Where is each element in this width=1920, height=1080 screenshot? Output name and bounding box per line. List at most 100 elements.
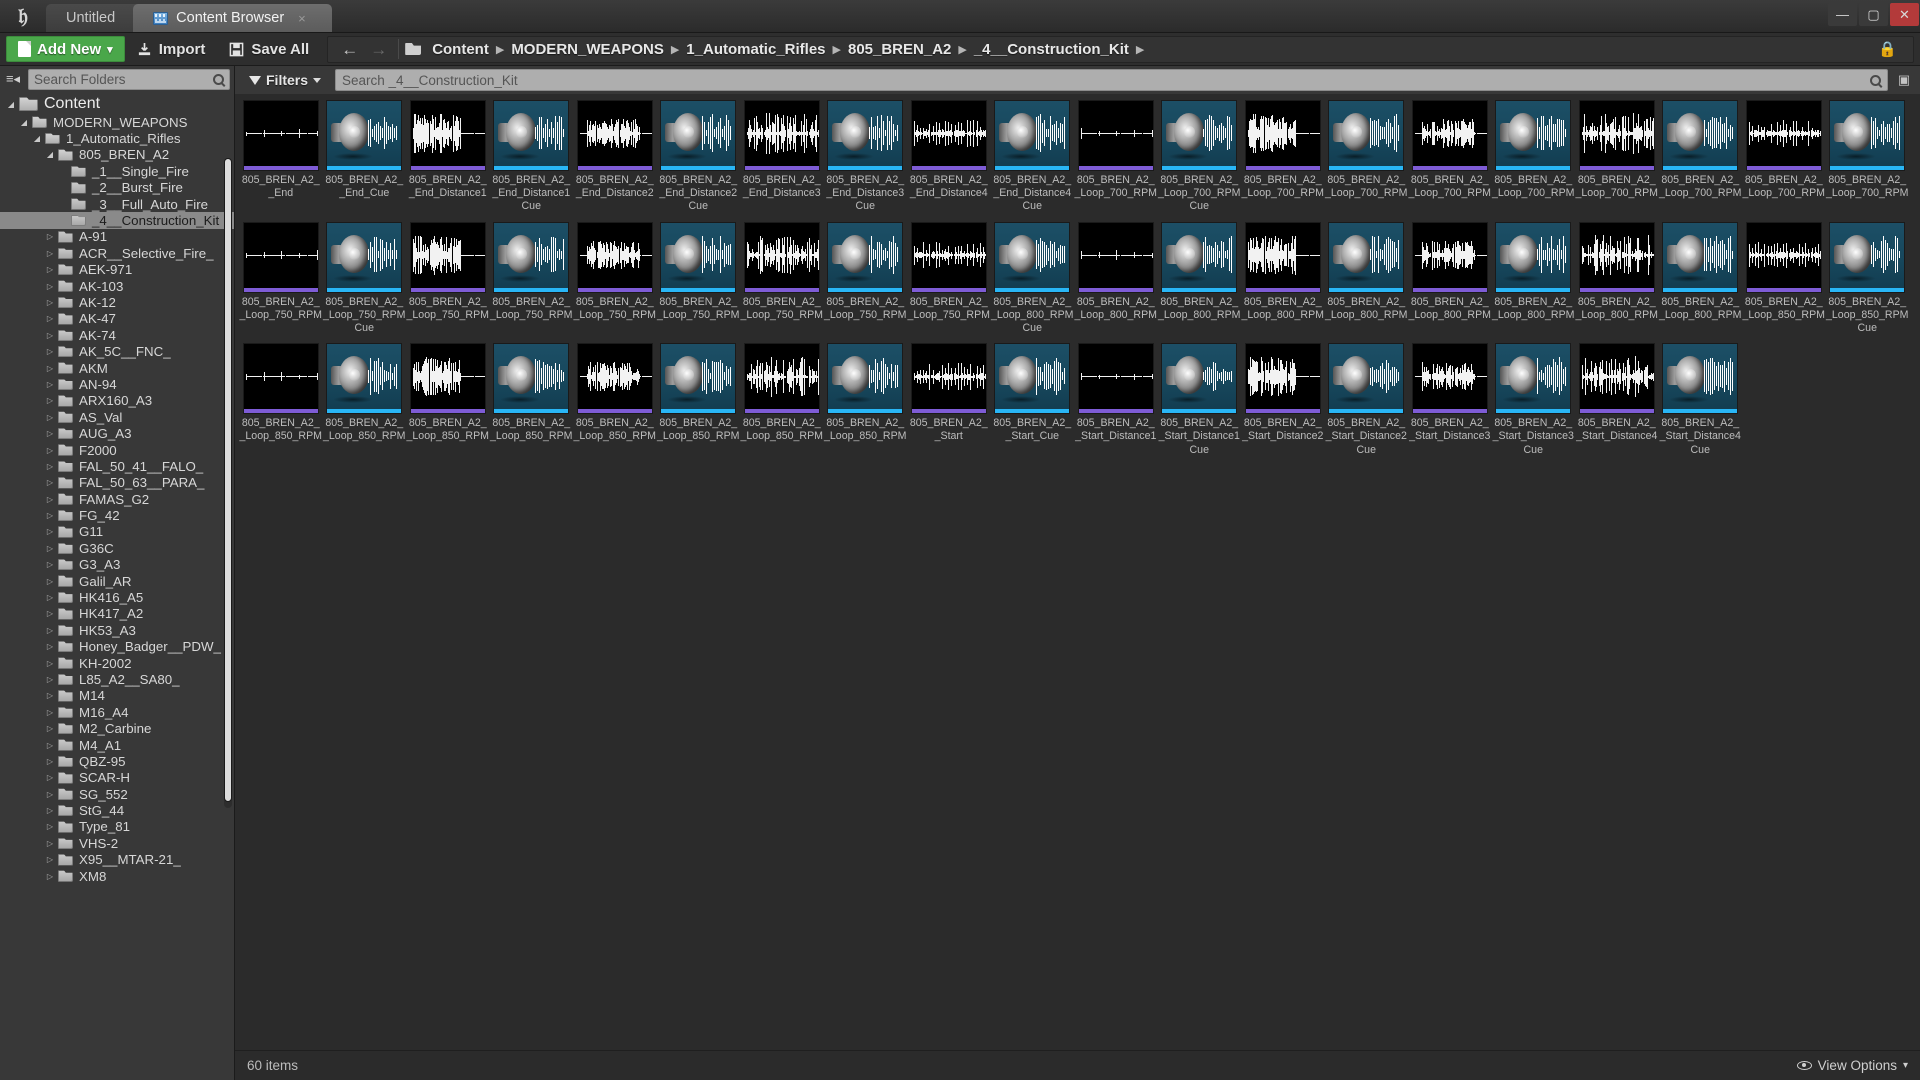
folder-tree-item[interactable]: ▷ FAL_50_41__FALO_ <box>0 458 234 474</box>
chevron-down-icon[interactable]: ◢ <box>45 150 55 159</box>
asset-item[interactable]: 805_BREN_A2__Loop_800_RPM <box>1408 221 1492 336</box>
breadcrumb-item-0[interactable]: Content <box>427 41 494 58</box>
folder-tree-item[interactable]: ▷ HK416_A5 <box>0 589 234 605</box>
sound-cue-thumbnail[interactable] <box>326 343 403 415</box>
chevron-right-icon[interactable]: ▷ <box>45 822 55 831</box>
sound-cue-thumbnail[interactable] <box>1495 100 1572 171</box>
sound-wave-thumbnail[interactable] <box>409 100 486 171</box>
folder-tree-item[interactable]: ▷ FAL_50_63__PARA_ <box>0 475 234 491</box>
asset-item[interactable]: 805_BREN_A2__Loop_700_RPM <box>1742 100 1826 214</box>
folder-tree-item[interactable]: ▷ AUG_A3 <box>0 425 234 441</box>
folder-tree-item[interactable]: _2__Burst_Fire <box>0 180 234 196</box>
chevron-right-icon[interactable]: ▷ <box>45 265 55 274</box>
sound-wave-thumbnail[interactable] <box>242 221 319 293</box>
asset-item[interactable]: 805_BREN_A2__Loop_700_RPM <box>1659 100 1743 214</box>
chevron-right-icon[interactable]: ▷ <box>45 872 55 881</box>
chevron-right-icon[interactable]: ▷ <box>45 741 55 750</box>
breadcrumb-item-4[interactable]: _4__Construction_Kit <box>969 41 1134 58</box>
folder-tree-item[interactable]: ▷ AK_5C__FNC_ <box>0 343 234 359</box>
chevron-right-icon[interactable]: ▷ <box>45 429 55 438</box>
chevron-right-icon[interactable]: ▷ <box>45 855 55 864</box>
asset-item[interactable]: 805_BREN_A2__Loop_700_RPM <box>1492 100 1576 214</box>
asset-item[interactable]: 805_BREN_A2__End_Distance1 Cue <box>490 100 574 214</box>
sound-wave-thumbnail[interactable] <box>1411 343 1488 415</box>
asset-grid[interactable]: 805_BREN_A2__End 805_BREN_A2__End_Cue 805_… <box>235 94 1920 1050</box>
folder-tree-item[interactable]: ▷ HK417_A2 <box>0 606 234 622</box>
sound-cue-thumbnail[interactable] <box>493 100 570 171</box>
sound-cue-thumbnail[interactable] <box>493 221 570 293</box>
asset-item[interactable]: 805_BREN_A2__Loop_850_RPM <box>406 343 490 457</box>
asset-item[interactable]: 805_BREN_A2__Loop_700_RPM <box>1074 100 1158 214</box>
sound-cue-thumbnail[interactable] <box>326 221 403 293</box>
chevron-right-icon[interactable]: ▷ <box>45 626 55 635</box>
asset-item[interactable]: 805_BREN_A2__Loop_850_RPM <box>239 343 323 457</box>
folder-tree-item[interactable]: ▷ Galil_AR <box>0 573 234 589</box>
folder-tree-item[interactable]: ◢ 805_BREN_A2 <box>0 147 234 163</box>
asset-item[interactable]: 805_BREN_A2__End <box>239 100 323 214</box>
chevron-right-icon[interactable]: ▷ <box>45 675 55 684</box>
asset-item[interactable]: 805_BREN_A2__End_Distance2 <box>573 100 657 214</box>
folder-tree-item[interactable]: ▷ Honey_Badger__PDW_ <box>0 639 234 655</box>
folder-tree-item[interactable]: ▷ StG_44 <box>0 802 234 818</box>
folder-tree-item[interactable]: ▷ AK-12 <box>0 294 234 310</box>
sound-wave-thumbnail[interactable] <box>1077 343 1154 415</box>
sound-wave-thumbnail[interactable] <box>743 221 820 293</box>
sound-wave-thumbnail[interactable] <box>1244 221 1321 293</box>
asset-item[interactable]: 805_BREN_A2__End_Cue <box>323 100 407 214</box>
sound-wave-thumbnail[interactable] <box>1244 343 1321 415</box>
asset-item[interactable]: 805_BREN_A2__Start_Distance3 <box>1408 343 1492 457</box>
sound-cue-thumbnail[interactable] <box>994 221 1071 293</box>
tab-untitled[interactable]: Untitled <box>46 4 142 32</box>
sound-wave-thumbnail[interactable] <box>910 100 987 171</box>
folder-tree-item[interactable]: ▷ X95__MTAR-21_ <box>0 852 234 868</box>
asset-item[interactable]: 805_BREN_A2__Loop_750_RPM <box>573 221 657 336</box>
chevron-right-icon[interactable]: ▷ <box>45 413 55 422</box>
asset-item[interactable]: 805_BREN_A2__Loop_800_RPM <box>1575 221 1659 336</box>
folder-tree-item[interactable]: ▷ AEK-971 <box>0 262 234 278</box>
folder-tree-item[interactable]: ▷ Type_81 <box>0 819 234 835</box>
folder-tree-item[interactable]: _3__Full_Auto_Fire <box>0 196 234 212</box>
asset-item[interactable]: 805_BREN_A2__End_Distance2 Cue <box>657 100 741 214</box>
view-options-button[interactable]: View Options ▾ <box>1796 1058 1908 1073</box>
sound-wave-thumbnail[interactable] <box>1745 221 1822 293</box>
asset-item[interactable]: 805_BREN_A2__Loop_800_RPM <box>1158 221 1242 336</box>
folder-tree-item[interactable]: ▷ XM8 <box>0 868 234 884</box>
chevron-right-icon[interactable]: ▷ <box>45 609 55 618</box>
chevron-right-icon[interactable]: ▷ <box>45 577 55 586</box>
scrollbar-thumb[interactable] <box>224 158 232 802</box>
folder-tree-item[interactable]: _4__Construction_Kit <box>0 212 234 229</box>
sound-wave-thumbnail[interactable] <box>1244 100 1321 171</box>
collapse-tree-icon[interactable]: ≡◂ <box>2 69 24 89</box>
sound-wave-thumbnail[interactable] <box>409 221 486 293</box>
asset-item[interactable]: 805_BREN_A2__Start <box>907 343 991 457</box>
folder-tree-item[interactable]: ▷ AN-94 <box>0 376 234 392</box>
chevron-right-icon[interactable]: ▷ <box>45 757 55 766</box>
sound-cue-thumbnail[interactable] <box>1829 100 1906 171</box>
sound-wave-thumbnail[interactable] <box>242 100 319 171</box>
sound-cue-thumbnail[interactable] <box>1662 100 1739 171</box>
asset-item[interactable]: 805_BREN_A2__Start_Distance4 Cue <box>1659 343 1743 457</box>
folder-tree-item[interactable]: ▷ KH-2002 <box>0 655 234 671</box>
asset-item[interactable]: 805_BREN_A2__End_Distance1 <box>406 100 490 214</box>
asset-item[interactable]: 805_BREN_A2__Loop_850_RPM <box>1742 221 1826 336</box>
asset-item[interactable]: 805_BREN_A2__Loop_800_RPM <box>1074 221 1158 336</box>
chevron-right-icon[interactable]: ▷ <box>45 527 55 536</box>
chevron-right-icon[interactable]: ▷ <box>45 298 55 307</box>
asset-item[interactable]: 805_BREN_A2__Start_Cue <box>991 343 1075 457</box>
sound-wave-thumbnail[interactable] <box>1578 221 1655 293</box>
asset-item[interactable]: 805_BREN_A2__Loop_850_RPM <box>490 343 574 457</box>
chevron-right-icon[interactable]: ▷ <box>45 396 55 405</box>
chevron-right-icon[interactable]: ▷ <box>45 462 55 471</box>
sound-wave-thumbnail[interactable] <box>576 343 653 415</box>
minimize-button[interactable]: — <box>1828 3 1857 26</box>
folder-tree-item[interactable]: ▷ G3_A3 <box>0 557 234 573</box>
asset-item[interactable]: 805_BREN_A2__Loop_750_RPM <box>406 221 490 336</box>
asset-item[interactable]: 805_BREN_A2__Loop_850_RPM <box>740 343 824 457</box>
folder-tree-item[interactable]: ▷ M2_Carbine <box>0 720 234 736</box>
folder-tree-item[interactable]: ◢ 1_Automatic_Rifles <box>0 130 234 146</box>
chevron-right-icon[interactable]: ▷ <box>45 331 55 340</box>
asset-item[interactable]: 805_BREN_A2__Loop_800_RPM <box>1325 221 1409 336</box>
asset-item[interactable]: 805_BREN_A2__Loop_750_RPM <box>239 221 323 336</box>
folder-tree-item[interactable]: ▷ HK53_A3 <box>0 622 234 638</box>
maximize-button[interactable]: ▢ <box>1859 3 1888 26</box>
